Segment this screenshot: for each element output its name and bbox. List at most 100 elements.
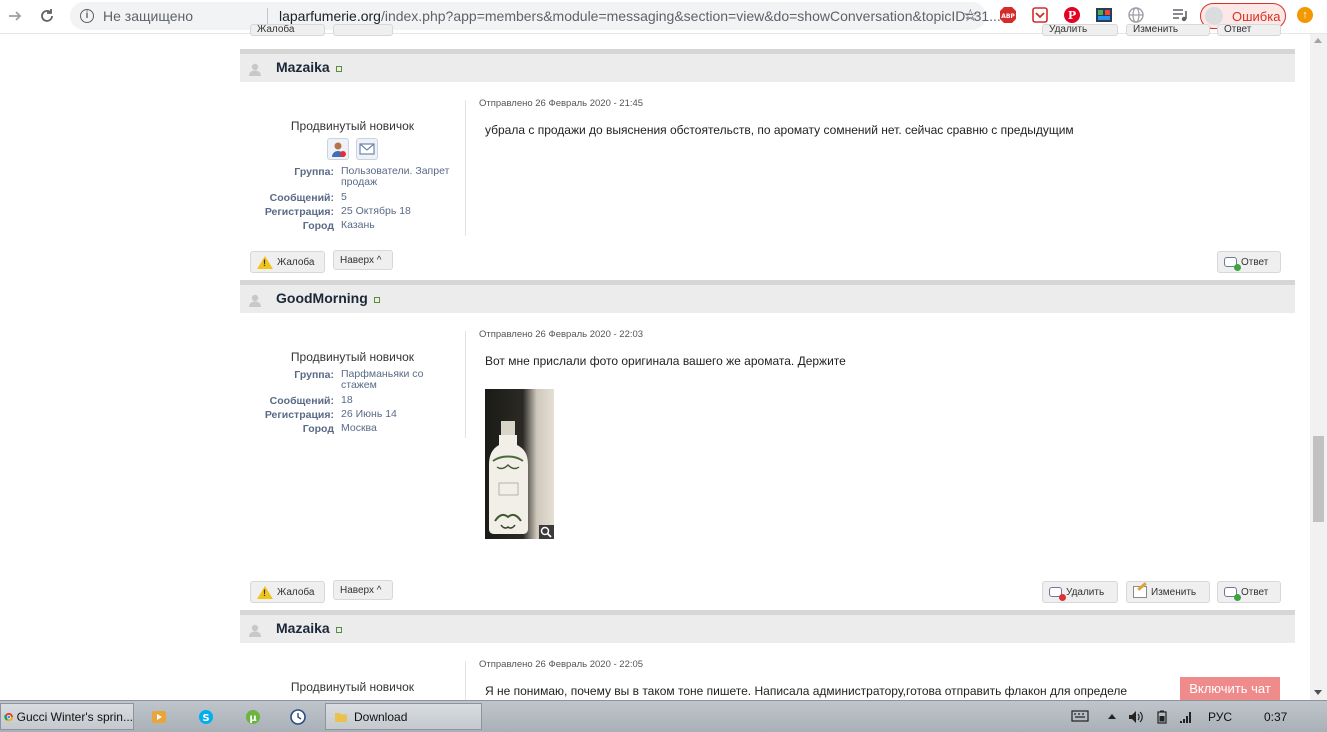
taskbar-item-browser[interactable]: Gucci Winter's sprin... [0, 703, 134, 730]
post-header: Mazaika [240, 49, 1295, 82]
edit-button-partial[interactable]: Изменить [1126, 24, 1210, 36]
send-message-icon[interactable] [356, 138, 378, 160]
back-to-top-button[interactable]: Наверх ^ [333, 580, 393, 600]
zoom-icon[interactable] [539, 525, 554, 539]
site-info-icon[interactable]: i [80, 9, 94, 23]
globe-icon[interactable] [1127, 6, 1145, 24]
info-key: Группа: [294, 166, 334, 178]
reply-icon [1224, 257, 1241, 271]
taskbar-item-label: Download [354, 709, 408, 724]
post-date: Отправлено 26 Февраль 2020 - 22:05 [479, 659, 644, 670]
security-label: Не защищено [103, 8, 193, 24]
user-avatar-icon [249, 63, 261, 76]
clock-app-icon[interactable] [290, 703, 310, 730]
external-link-icon[interactable] [336, 66, 342, 72]
pencil-icon [1133, 586, 1147, 598]
info-value: 5 [341, 191, 347, 203]
url-text[interactable]: laparfumerie.org/index.php?app=members&m… [279, 8, 1001, 24]
delete-button[interactable]: Удалить [1042, 581, 1118, 603]
attached-photo[interactable] [485, 389, 554, 539]
back-to-top-button[interactable]: Наверх ^ [333, 250, 393, 270]
folder-icon [335, 712, 347, 722]
volume-icon[interactable] [1128, 710, 1144, 724]
playlist-icon[interactable] [1171, 6, 1189, 24]
reply-button[interactable]: Ответ [1217, 251, 1281, 273]
report-label: Жалоба [277, 256, 315, 268]
info-value: Москва [341, 422, 377, 434]
profile-status-label: Ошибка [1232, 9, 1281, 24]
skype-icon[interactable]: S [198, 703, 218, 730]
info-key: Регистрация: [264, 206, 334, 218]
svg-text:S: S [202, 713, 209, 724]
signal-icon[interactable] [1179, 710, 1193, 724]
external-link-icon[interactable] [336, 627, 342, 633]
report-button-partial[interactable]: Жалоба [250, 24, 325, 36]
page-scrollbar[interactable] [1310, 34, 1327, 700]
taskbar-item-download[interactable]: Download [325, 703, 482, 730]
show-hidden-icons-icon[interactable] [1108, 713, 1116, 719]
info-value: 25 Октябрь 18 [341, 205, 411, 217]
url-path: /index.php?app=members&module=messaging&… [380, 8, 1001, 24]
edit-button[interactable]: Изменить [1126, 581, 1210, 603]
pinterest-icon[interactable]: P [1063, 6, 1081, 24]
scroll-down-arrow-icon[interactable] [1314, 690, 1322, 695]
adblock-icon[interactable]: ABP [999, 6, 1017, 24]
top-label: Наверх ^ [340, 254, 382, 266]
reply-icon [1224, 587, 1241, 601]
external-link-icon[interactable] [374, 297, 380, 303]
delete-label: Удалить [1049, 24, 1088, 35]
reload-button[interactable] [36, 5, 58, 27]
screen-capture-icon[interactable] [1095, 6, 1113, 24]
user-rank: Продвинутый новичок [290, 680, 415, 694]
bookmark-star-icon[interactable]: ☆ [963, 6, 978, 26]
report-button[interactable]: Жалоба [250, 581, 325, 603]
post-body: Я не понимаю, почему вы в таком тоне пиш… [485, 684, 1128, 698]
info-key: Группа: [294, 369, 334, 381]
info-key: Сообщений: [269, 395, 334, 407]
info-key: Город [302, 220, 334, 232]
avatar-icon [1205, 7, 1223, 25]
view-profile-icon[interactable] [327, 138, 349, 160]
reply-label: Ответ [1224, 24, 1252, 35]
edit-label: Изменить [1151, 586, 1197, 598]
post-body: убрала с продажи до выяснения обстоятель… [485, 123, 1074, 137]
info-key: Сообщений: [269, 192, 334, 204]
utorrent-icon[interactable]: µ [245, 703, 265, 730]
keyboard-icon[interactable] [1071, 710, 1089, 722]
enable-chat-button[interactable]: Включить чат [1180, 677, 1280, 701]
author-name[interactable]: Mazaika [276, 59, 330, 75]
info-key: Город [302, 423, 334, 435]
update-icon[interactable]: ↑ [1297, 7, 1313, 23]
delete-icon [1049, 587, 1066, 601]
info-value: 18 [341, 394, 353, 406]
taskbar: Gucci Winter's sprin... S µ Download РУС… [0, 700, 1327, 732]
reply-button[interactable]: Ответ [1217, 581, 1281, 603]
author-name[interactable]: GoodMorning [276, 290, 368, 306]
scroll-up-arrow-icon[interactable] [1314, 38, 1322, 43]
info-value: 26 Июнь 14 [341, 408, 397, 420]
pocket-icon[interactable] [1031, 6, 1049, 24]
reply-label: Ответ [1241, 256, 1269, 268]
chrome-icon [4, 712, 13, 721]
author-name[interactable]: Mazaika [276, 620, 330, 636]
media-player-icon[interactable] [151, 703, 171, 730]
system-clock[interactable]: 0:37 [1264, 710, 1287, 724]
info-key: Регистрация: [264, 409, 334, 421]
post-divider [465, 100, 466, 236]
info-value: Казань [341, 219, 375, 231]
post-divider [465, 331, 466, 438]
delete-button-partial[interactable]: Удалить [1042, 24, 1118, 36]
reply-button-partial[interactable]: Ответ [1217, 24, 1281, 36]
address-bar[interactable]: i Не защищено laparfumerie.org/index.php… [70, 2, 1001, 30]
battery-icon[interactable] [1155, 710, 1169, 724]
delete-label: Удалить [1066, 586, 1105, 598]
report-button[interactable]: Жалоба [250, 251, 325, 273]
post-header: GoodMorning [240, 280, 1295, 313]
warning-icon [257, 585, 273, 599]
top-button-partial[interactable] [333, 24, 393, 36]
scrollbar-thumb[interactable] [1313, 436, 1324, 522]
forward-button[interactable] [4, 5, 26, 27]
post-date: Отправлено 26 Февраль 2020 - 21:45 [479, 98, 644, 109]
report-label: Жалоба [257, 24, 295, 35]
language-indicator[interactable]: РУС [1208, 710, 1232, 724]
